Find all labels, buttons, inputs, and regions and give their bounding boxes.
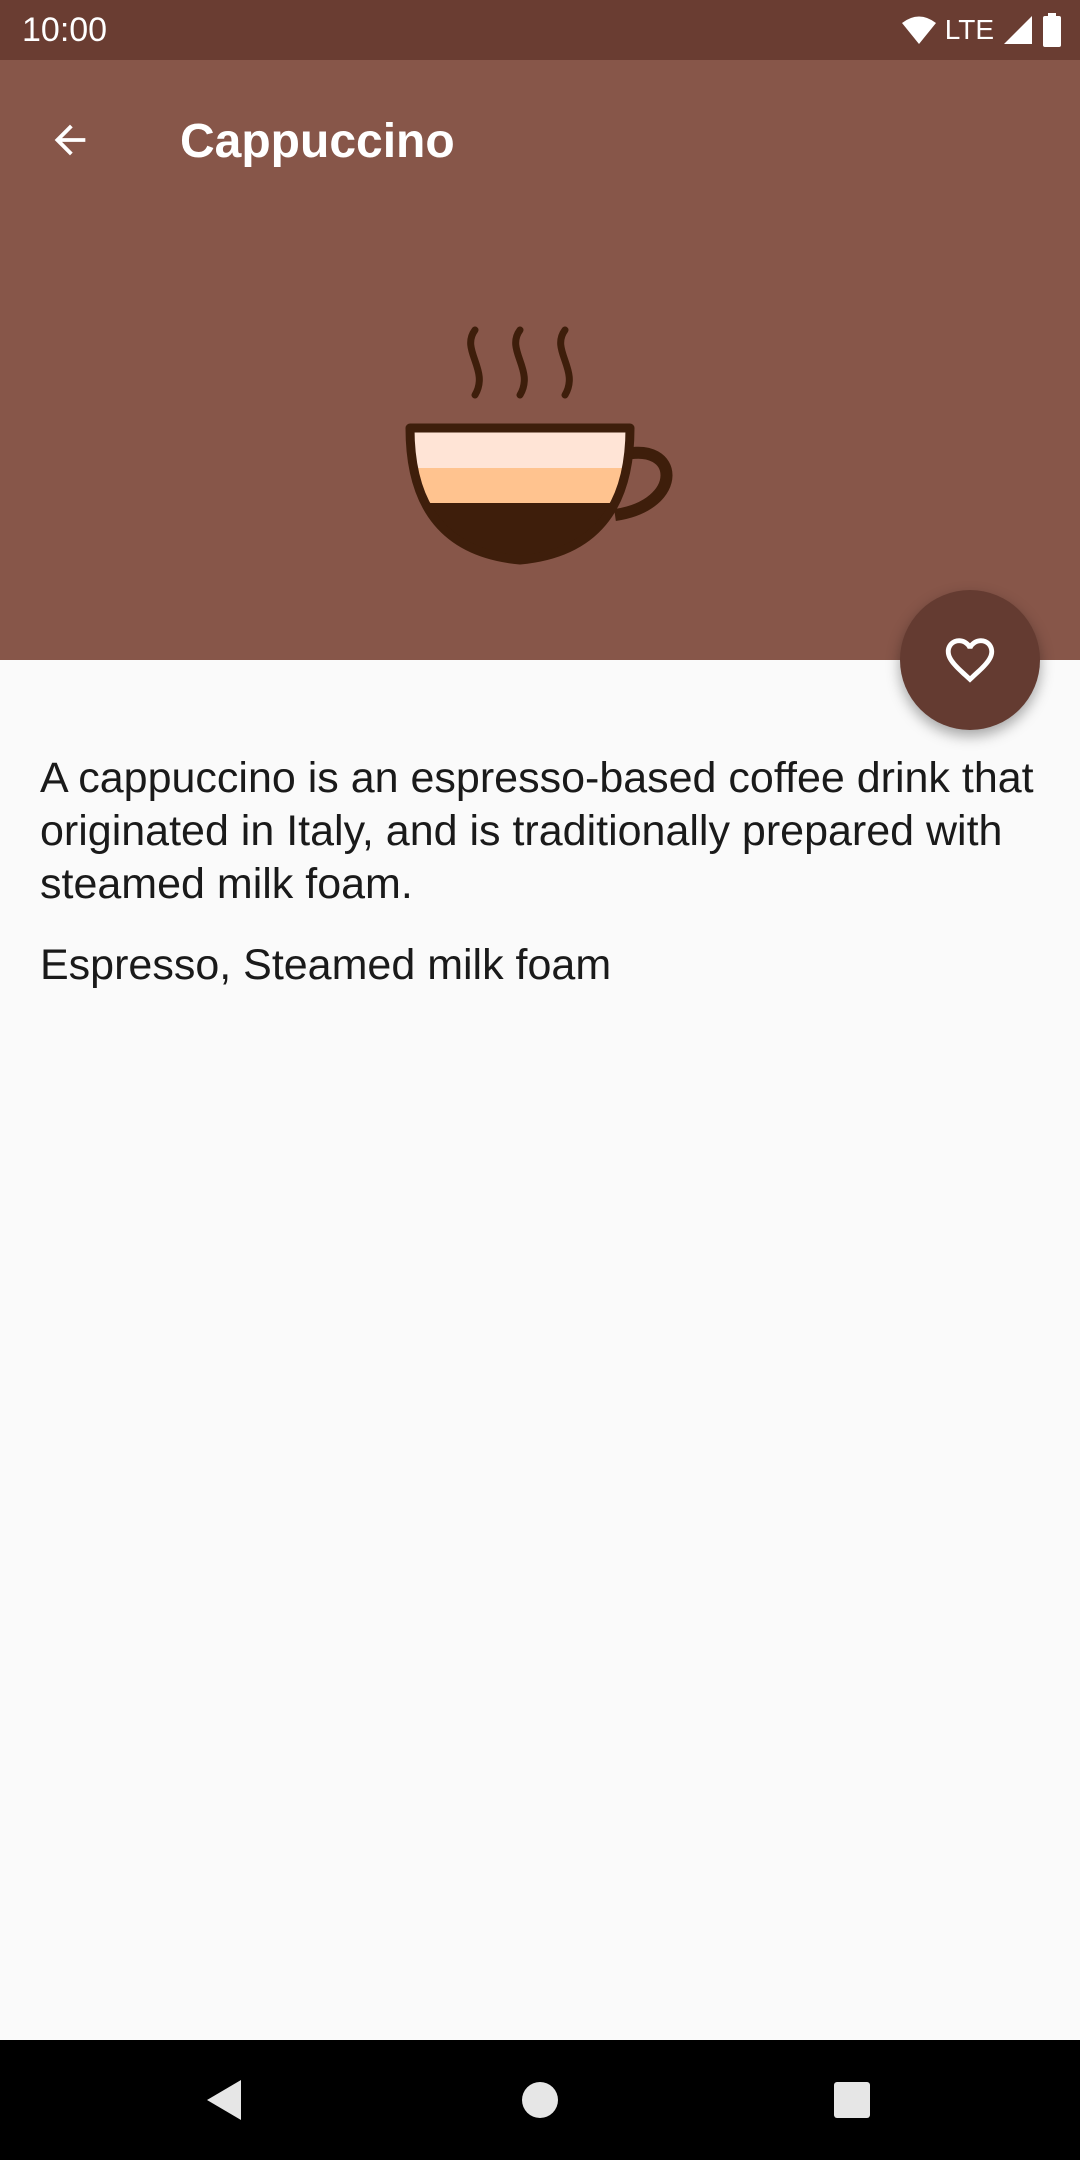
status-icons: LTE (901, 10, 1062, 50)
system-nav-bar (0, 2040, 1080, 2160)
status-bar: 10:00 LTE (0, 0, 1080, 60)
page-title: Cappuccino (180, 115, 455, 168)
favorite-button[interactable] (900, 590, 1040, 730)
cell-signal-icon (1004, 16, 1032, 44)
nav-home-button[interactable] (500, 2060, 580, 2140)
coffee-cup-icon (405, 326, 673, 565)
network-type-label: LTE (944, 14, 994, 45)
coffee-ingredients: Espresso, Steamed milk foam (40, 941, 612, 989)
nav-recents-button[interactable] (812, 2060, 892, 2140)
nav-back-button[interactable] (185, 2060, 265, 2140)
status-time: 10:00 (22, 11, 108, 49)
wifi-icon (901, 16, 936, 44)
detail-content: A cappuccino is an espresso-based coffee… (40, 752, 1040, 992)
arrow-back-icon (54, 124, 86, 156)
battery-icon (1043, 13, 1061, 47)
back-triangle-icon (207, 2080, 241, 2120)
recents-square-icon (834, 2082, 870, 2118)
home-circle-icon (522, 2082, 558, 2118)
heart-outline-icon (945, 638, 995, 683)
detail-header: Cappuccino (0, 60, 1080, 660)
back-button[interactable] (30, 100, 110, 180)
coffee-description: A cappuccino is an espresso-based coffee… (40, 754, 1034, 908)
